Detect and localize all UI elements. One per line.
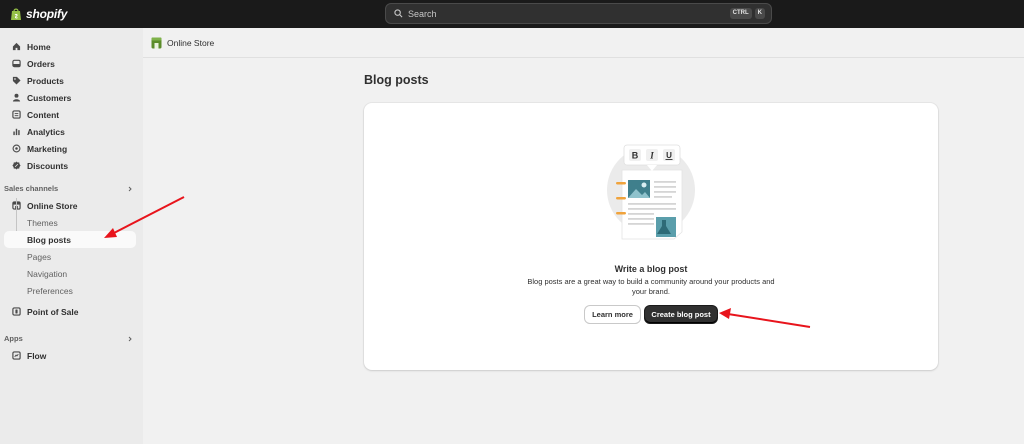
sidebar-subitem-label: Navigation [27,268,68,279]
breadcrumb-label[interactable]: Online Store [167,38,214,48]
sidebar-item-marketing[interactable]: Marketing [4,140,136,157]
sidebar-item-label: Customers [27,92,72,103]
empty-state-title: Write a blog post [614,264,688,274]
sidebar-item-label: Point of Sale [27,306,79,317]
orders-icon [11,59,21,69]
sidebar-subitem-label: Preferences [27,285,73,296]
sidebar-subitem-pages[interactable]: Pages [4,248,136,265]
online-store-icon [151,37,162,49]
sidebar-subitem-preferences[interactable]: Preferences [4,282,136,299]
svg-text:I: I [649,151,654,161]
sidebar-item-label: Home [27,41,51,52]
sidebar-item-content[interactable]: Content [4,106,136,123]
sidebar-item-products[interactable]: Products [4,72,136,89]
sidebar-item-flow[interactable]: Flow [4,347,136,364]
sidebar-item-label: Marketing [27,143,68,154]
sidebar-subitem-themes[interactable]: Themes [4,214,136,231]
sidebar-item-label: Discounts [27,160,69,171]
bar-chart-icon [11,127,21,137]
shopify-bag-icon [11,8,21,20]
breadcrumb: Online Store [143,28,1024,58]
tag-icon [11,76,21,86]
sidebar-item-label: Orders [27,58,55,69]
blog-post-illustration: B I U [607,144,695,240]
sidebar-item-label: Analytics [27,126,65,137]
empty-state-card: B I U Write a blog post Blog posts are a… [364,103,938,370]
sidebar-item-point-of-sale[interactable]: Point of Sale [4,303,136,320]
chevron-right-icon[interactable] [127,186,133,192]
create-blog-post-button[interactable]: Create blog post [645,306,717,323]
sidebar-subitem-label: Blog posts [27,234,71,245]
content-icon [11,110,21,120]
search-placeholder: Search [408,8,437,19]
learn-more-button[interactable]: Learn more [585,306,640,323]
page-title: Blog posts [364,73,429,87]
empty-state-description: Blog posts are a great way to build a co… [527,277,775,296]
brand-name: shopify [26,7,68,21]
sidebar-item-online-store[interactable]: Online Store [4,197,136,214]
search-icon [394,9,403,18]
sidebar-subitem-label: Themes [27,217,58,228]
sidebar-item-customers[interactable]: Customers [4,89,136,106]
search-input[interactable]: Search CTRL K [385,3,772,24]
target-icon [11,144,21,154]
sales-channels-heading: Sales channels [4,184,59,193]
sidebar-item-orders[interactable]: Orders [4,55,136,72]
sidebar-subitem-label: Pages [27,251,52,262]
person-icon [11,93,21,103]
home-icon [11,42,21,52]
sidebar-item-label: Content [27,109,60,120]
sidebar-item-analytics[interactable]: Analytics [4,123,136,140]
shopify-logo[interactable]: shopify [10,6,67,22]
discount-icon [11,161,21,171]
shortcut-k-badge: K [754,8,765,19]
sidebar-item-label: Products [27,75,64,86]
point-of-sale-icon [11,307,21,317]
shortcut-ctrl-badge: CTRL [729,8,752,19]
sidebar-item-discounts[interactable]: Discounts [4,157,136,174]
top-bar: shopify Search CTRL K [0,0,1024,28]
apps-heading: Apps [4,334,23,343]
chevron-right-icon[interactable] [127,336,133,342]
sidebar-item-label: Flow [27,350,47,361]
sidebar-subitem-navigation[interactable]: Navigation [4,265,136,282]
svg-text:U: U [666,151,672,160]
svg-text:B: B [632,151,639,161]
sidebar-subitem-blog-posts[interactable]: Blog posts [4,231,136,248]
flow-icon [11,351,21,361]
sidebar-item-label: Online Store [27,200,78,211]
sidebar-item-home[interactable]: Home [4,38,136,55]
